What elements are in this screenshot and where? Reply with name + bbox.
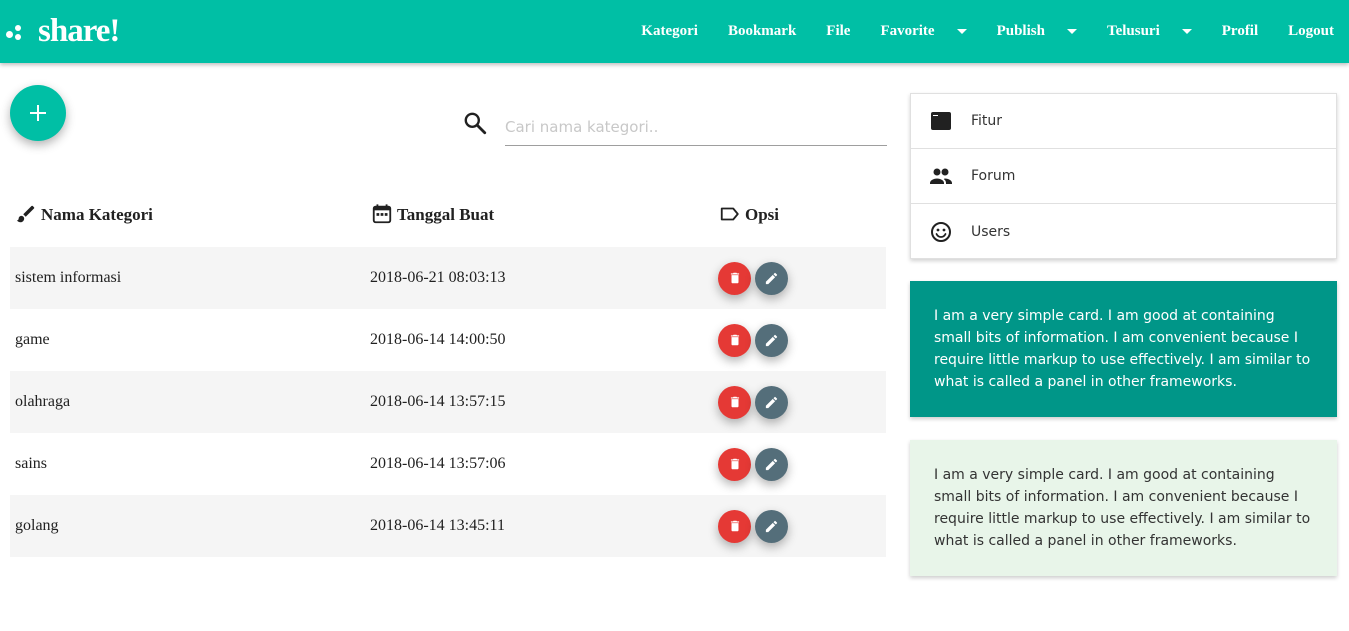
pencil-icon — [765, 458, 778, 470]
table-row: sains 2018-06-14 13:57:06 — [10, 433, 886, 495]
search-input[interactable] — [505, 106, 887, 146]
nav-item-bookmark[interactable]: Bookmark — [713, 0, 811, 63]
pencil-icon — [765, 334, 778, 346]
table-row: olahraga 2018-06-14 13:57:15 — [10, 371, 886, 433]
row-options — [718, 371, 788, 433]
brush-icon — [16, 205, 35, 223]
row-options — [718, 495, 788, 557]
search-icon — [464, 112, 487, 135]
card-text: I am a very simple card. I am good at co… — [934, 467, 1311, 549]
category-name: sains — [15, 455, 47, 472]
brand-name: share! — [38, 13, 120, 49]
edit-button[interactable] — [755, 509, 788, 543]
nav-item-label: Profil — [1221, 23, 1259, 39]
row-options — [718, 309, 788, 371]
category-name: olahraga — [15, 393, 71, 410]
side-menu: Fitur Forum Users — [910, 93, 1337, 259]
category-date: 2018-06-21 08:03:13 — [370, 269, 506, 286]
category-date: 2018-06-14 13:57:06 — [370, 455, 506, 472]
pencil-icon — [765, 520, 778, 532]
column-header-label: Tanggal Buat — [397, 205, 495, 224]
trash-icon — [730, 396, 739, 408]
table-row: sistem informasi 2018-06-21 08:03:13 — [10, 247, 886, 309]
nav-item-file[interactable]: File — [811, 0, 865, 63]
add-category-button[interactable] — [10, 85, 66, 141]
pencil-icon — [765, 396, 778, 408]
side-menu-label: Users — [971, 223, 1011, 240]
category-date: 2018-06-14 13:45:11 — [370, 517, 505, 534]
category-name: sistem informasi — [15, 269, 122, 286]
nav-item-label: Kategori — [641, 23, 698, 39]
table-row: golang 2018-06-14 13:45:11 — [10, 495, 886, 557]
info-card-light: I am a very simple card. I am good at co… — [910, 440, 1337, 576]
edit-button[interactable] — [755, 261, 788, 295]
edit-button[interactable] — [755, 323, 788, 357]
nav-item-label: Telusuri — [1106, 23, 1160, 39]
column-header-date[interactable]: Tanggal Buat — [371, 203, 494, 225]
category-table: Nama Kategori Tanggal Buat Opsi sistem i… — [10, 195, 886, 557]
card-text: I am a very simple card. I am good at co… — [934, 308, 1311, 390]
delete-button[interactable] — [718, 509, 751, 543]
nav-item-publish[interactable]: Publish — [982, 0, 1092, 63]
edit-button[interactable] — [755, 447, 788, 481]
nav-item-label: Publish — [996, 23, 1045, 39]
nav-menu: Kategori Bookmark File Favorite Publish … — [626, 0, 1349, 63]
label-tag-icon — [720, 207, 739, 221]
brand-logo[interactable]: share! — [4, 0, 120, 63]
side-menu-item-fitur[interactable]: Fitur — [911, 94, 1336, 149]
calendar-icon — [372, 204, 392, 224]
column-header-options: Opsi — [719, 203, 779, 225]
delete-button[interactable] — [718, 261, 751, 295]
category-name: game — [15, 331, 50, 348]
trash-icon — [730, 334, 739, 346]
nav-item-label: Bookmark — [727, 23, 797, 39]
caret-down-icon — [1181, 29, 1192, 34]
column-header-label: Opsi — [745, 205, 780, 224]
delete-button[interactable] — [718, 447, 751, 481]
web-icon — [911, 109, 971, 133]
side-menu-label: Forum — [971, 168, 1016, 184]
people-icon — [911, 164, 971, 188]
logo-dots-icon — [4, 17, 34, 47]
nav-item-label: File — [826, 23, 851, 39]
category-date: 2018-06-14 14:00:50 — [370, 331, 506, 348]
column-header-label: Nama Kategori — [41, 205, 153, 224]
nav-item-kategori[interactable]: Kategori — [626, 0, 713, 63]
plus-icon — [30, 105, 46, 121]
category-name: golang — [15, 517, 59, 534]
trash-icon — [730, 458, 739, 470]
caret-down-icon — [1066, 29, 1077, 34]
column-header-name[interactable]: Nama Kategori — [15, 203, 153, 225]
nav-item-favorite[interactable]: Favorite — [865, 0, 981, 63]
navbar: share! Kategori Bookmark File Favorite P… — [0, 0, 1349, 63]
category-date: 2018-06-14 13:57:15 — [370, 393, 506, 410]
info-card-teal: I am a very simple card. I am good at co… — [910, 281, 1337, 417]
nav-item-logout[interactable]: Logout — [1273, 0, 1349, 63]
nav-item-label: Favorite — [880, 23, 935, 39]
trash-icon — [730, 520, 739, 532]
edit-button[interactable] — [755, 385, 788, 419]
row-options — [718, 247, 788, 309]
table-row: game 2018-06-14 14:00:50 — [10, 309, 886, 371]
smiley-icon — [911, 220, 971, 244]
delete-button[interactable] — [718, 323, 751, 357]
nav-item-label: Logout — [1288, 23, 1334, 39]
nav-item-profil[interactable]: Profil — [1207, 0, 1273, 63]
side-menu-item-forum[interactable]: Forum — [911, 149, 1336, 204]
side-menu-label: Fitur — [971, 113, 1003, 129]
side-menu-item-users[interactable]: Users — [911, 204, 1336, 259]
trash-icon — [730, 272, 739, 284]
table-header: Nama Kategori Tanggal Buat Opsi — [10, 195, 886, 247]
nav-item-telusuri[interactable]: Telusuri — [1092, 0, 1207, 63]
row-options — [718, 433, 788, 495]
caret-down-icon — [956, 29, 967, 34]
pencil-icon — [765, 272, 778, 284]
delete-button[interactable] — [718, 385, 751, 419]
